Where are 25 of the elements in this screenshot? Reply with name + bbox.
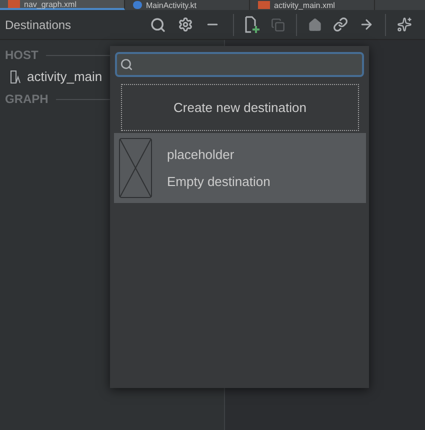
placeholder-thumbnail-icon <box>119 138 152 198</box>
file-type-icon <box>258 1 270 9</box>
tab-label: MainActivity.kt <box>146 0 197 10</box>
panel-title: Destinations <box>5 18 72 32</box>
destination-item[interactable]: placeholder Empty destination <box>114 133 366 203</box>
link-icon[interactable] <box>333 17 348 32</box>
file-type-icon <box>8 0 20 8</box>
editor-tab[interactable]: nav_graph.xml <box>0 0 125 10</box>
create-destination-button[interactable]: Create new destination <box>121 84 359 131</box>
home-icon[interactable] <box>308 18 322 32</box>
search-icon[interactable] <box>150 16 166 32</box>
sparkle-icon[interactable] <box>397 17 412 32</box>
search-icon <box>120 58 133 71</box>
new-destination-icon[interactable] <box>244 16 260 34</box>
arrow-right-icon[interactable] <box>359 17 374 32</box>
section-header: HOST <box>5 47 38 64</box>
settings-icon[interactable] <box>178 17 193 32</box>
destination-name: placeholder <box>167 146 236 164</box>
destination-description: Empty destination <box>167 173 270 191</box>
tab-label: activity_main.xml <box>274 0 335 10</box>
section-header: GRAPH <box>5 91 48 108</box>
file-type-icon <box>133 1 142 9</box>
search-field[interactable] <box>115 52 364 77</box>
layout-icon <box>10 70 22 84</box>
tab-label: nav_graph.xml <box>24 0 76 8</box>
